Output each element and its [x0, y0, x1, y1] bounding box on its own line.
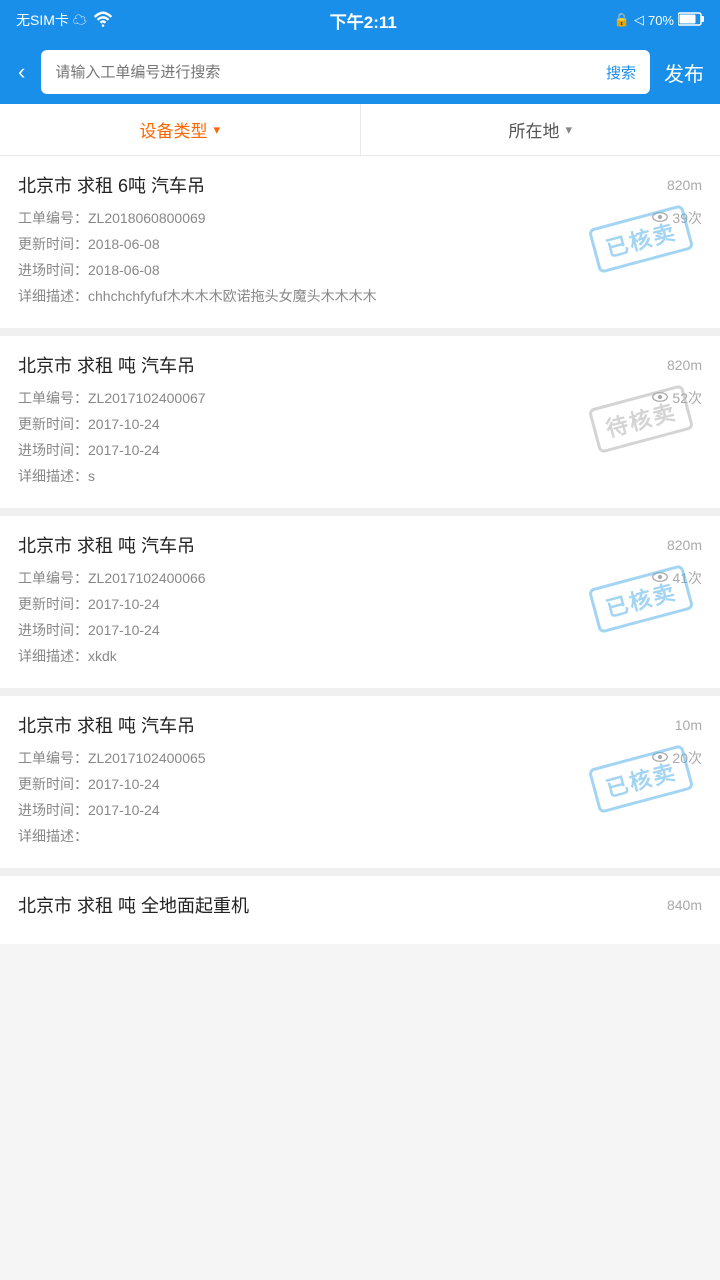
item-distance: 10m [675, 717, 702, 733]
description-label: 详细描述：chhchchfyfuf木木木木欧诺拖头女魔头木木木木 [18, 286, 377, 306]
publish-button[interactable]: 发布 [660, 54, 708, 91]
list-item[interactable]: 北京市 求租 吨 汽车吊 820m 工单编号：ZL2017102400066 4… [0, 516, 720, 688]
work-order-label: 工单编号：ZL2017102400067 [18, 388, 206, 408]
description-row: 详细描述：s [18, 466, 702, 486]
work-order-row: 工单编号：ZL2018060800069 39次 [18, 208, 702, 228]
search-container: 搜索 [41, 50, 650, 94]
update-time-label: 更新时间：2017-10-24 [18, 414, 160, 434]
filter-device-type[interactable]: 设备类型 ▾ [0, 104, 361, 155]
item-distance: 820m [667, 357, 702, 373]
work-order-label: 工单编号：ZL2017102400066 [18, 568, 206, 588]
battery-label: 70% [648, 13, 674, 28]
status-bar: 无SIM卡 ☁ 下午2:11 🔒 ◁ 70% [0, 0, 720, 40]
description-row: 详细描述：xkdk [18, 646, 702, 666]
lock-icon: 🔒 [614, 12, 630, 28]
item-title-row: 北京市 求租 吨 汽车吊 820m [18, 352, 702, 378]
item-title: 北京市 求租 吨 全地面起重机 [18, 892, 249, 918]
status-left: 无SIM卡 ☁ [16, 10, 113, 30]
location-chevron-icon: ▾ [565, 122, 572, 138]
description-label: 详细描述：s [18, 466, 95, 486]
location-icon: ◁ [634, 12, 644, 28]
description-label: 详细描述： [18, 826, 88, 846]
entry-time-label: 进场时间：2017-10-24 [18, 620, 160, 640]
search-input[interactable] [41, 64, 592, 81]
entry-time-label: 进场时间：2017-10-24 [18, 440, 160, 460]
description-row: 详细描述：chhchchfyfuf木木木木欧诺拖头女魔头木木木木 [18, 286, 702, 306]
entry-time-label: 进场时间：2017-10-24 [18, 800, 160, 820]
item-title: 北京市 求租 吨 汽车吊 [18, 532, 195, 558]
no-sim-label: 无SIM卡 ☁ [16, 10, 87, 30]
header: ‹ 搜索 发布 [0, 40, 720, 104]
back-button[interactable]: ‹ [12, 55, 31, 89]
item-title-row: 北京市 求租 吨 汽车吊 820m [18, 532, 702, 558]
status-right: 🔒 ◁ 70% [614, 12, 704, 29]
filter-location[interactable]: 所在地 ▾ [361, 104, 720, 155]
item-title-row: 北京市 求租 6吨 汽车吊 820m [18, 172, 702, 198]
item-distance: 840m [667, 897, 702, 913]
list-item[interactable]: 北京市 求租 吨 全地面起重机 840m [0, 876, 720, 944]
list-item[interactable]: 北京市 求租 吨 汽车吊 10m 工单编号：ZL2017102400065 20… [0, 696, 720, 868]
item-distance: 820m [667, 537, 702, 553]
update-time-label: 更新时间：2017-10-24 [18, 594, 160, 614]
search-button[interactable]: 搜索 [592, 62, 650, 83]
item-title-row: 北京市 求租 吨 全地面起重机 840m [18, 892, 702, 918]
description-label: 详细描述：xkdk [18, 646, 117, 666]
item-distance: 820m [667, 177, 702, 193]
list-item[interactable]: 北京市 求租 吨 汽车吊 820m 工单编号：ZL2017102400067 5… [0, 336, 720, 508]
device-type-label: 设备类型 [139, 117, 207, 142]
work-order-label: 工单编号：ZL2017102400065 [18, 748, 206, 768]
item-title-row: 北京市 求租 吨 汽车吊 10m [18, 712, 702, 738]
entry-time-label: 进场时间：2018-06-08 [18, 260, 160, 280]
work-order-label: 工单编号：ZL2018060800069 [18, 208, 206, 228]
update-time-label: 更新时间：2018-06-08 [18, 234, 160, 254]
work-order-row: 工单编号：ZL2017102400066 41次 [18, 568, 702, 588]
list-container: 北京市 求租 6吨 汽车吊 820m 工单编号：ZL2018060800069 … [0, 156, 720, 944]
item-title: 北京市 求租 6吨 汽车吊 [18, 172, 205, 198]
device-type-chevron-icon: ▾ [213, 122, 220, 138]
battery-icon [678, 12, 704, 29]
work-order-row: 工单编号：ZL2017102400065 20次 [18, 748, 702, 768]
item-title: 北京市 求租 吨 汽车吊 [18, 352, 195, 378]
list-item[interactable]: 北京市 求租 6吨 汽车吊 820m 工单编号：ZL2018060800069 … [0, 156, 720, 328]
status-time: 下午2:11 [330, 8, 397, 33]
filter-bar: 设备类型 ▾ 所在地 ▾ [0, 104, 720, 156]
wifi-icon [93, 11, 113, 30]
item-title: 北京市 求租 吨 汽车吊 [18, 712, 195, 738]
work-order-row: 工单编号：ZL2017102400067 52次 [18, 388, 702, 408]
description-row: 详细描述： [18, 826, 702, 846]
location-label: 所在地 [508, 117, 559, 142]
update-time-label: 更新时间：2017-10-24 [18, 774, 160, 794]
